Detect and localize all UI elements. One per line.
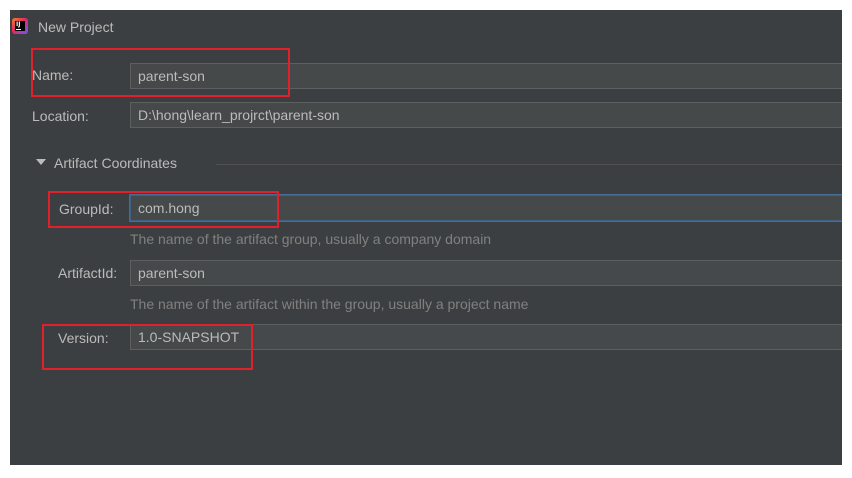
- groupid-hint: The name of the artifact group, usually …: [130, 231, 492, 247]
- location-label: Location:: [32, 108, 89, 124]
- artifactid-label: ArtifactId:: [58, 265, 118, 281]
- artifactid-field-value: parent-son: [138, 265, 205, 281]
- artifact-coordinates-title: Artifact Coordinates: [54, 155, 177, 171]
- location-field-value: D:\hong\learn_projrct\parent-son: [138, 107, 340, 123]
- artifactid-hint: The name of the artifact within the grou…: [130, 296, 529, 312]
- title-bar: IJ New Project: [10, 10, 842, 46]
- artifact-coordinates-toggle[interactable]: Artifact Coordinates: [34, 153, 842, 173]
- version-highlight-box: [42, 324, 253, 370]
- name-highlight-box: [31, 48, 290, 97]
- location-field[interactable]: D:\hong\learn_projrct\parent-son: [130, 102, 842, 128]
- groupid-highlight-box: [48, 191, 279, 228]
- section-divider: [216, 164, 842, 165]
- triangle-down-icon: [36, 159, 46, 165]
- artifactid-field[interactable]: parent-son: [130, 260, 842, 286]
- window-title: New Project: [38, 19, 114, 35]
- intellij-idea-icon: IJ: [12, 18, 28, 34]
